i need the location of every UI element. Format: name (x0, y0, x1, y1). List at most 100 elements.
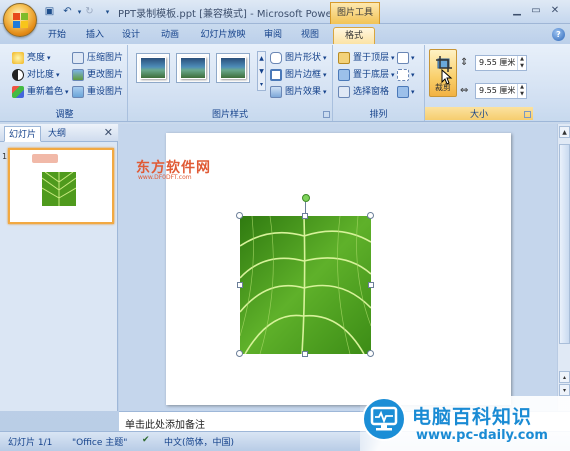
close-icon[interactable]: ✕ (546, 3, 564, 18)
help-icon[interactable]: ? (552, 28, 565, 41)
resize-handle-right[interactable] (368, 282, 374, 288)
slides-pane-tabs: 幻灯片 大纲 ✕ (0, 124, 118, 142)
reset-picture-label: 重设图片 (87, 87, 124, 97)
shape-height-value: 9.55 厘米 (479, 58, 516, 67)
width-icon: ⇔ (460, 85, 469, 96)
leaf-image (240, 216, 371, 354)
selection-pane-label: 选择窗格 (353, 87, 390, 97)
leaf-picture[interactable] (240, 216, 371, 354)
picture-shape-button[interactable]: 图片形状 ▾ (270, 50, 327, 66)
align-icon (397, 52, 409, 64)
window-title: PPT录制模板.ppt [兼容模式] - Microsoft PowerP... (118, 9, 350, 20)
picture-border-button[interactable]: 图片边框 ▾ (270, 67, 327, 83)
minimize-icon[interactable]: ▁ (508, 3, 526, 18)
resize-handle-top-left[interactable] (236, 212, 243, 219)
shape-width-value: 9.55 厘米 (479, 86, 516, 95)
thumbnail-watermark (32, 154, 58, 163)
group-size: 裁剪 ⇕ 9.55 厘米 ▲ ▼ ⇔ 9.55 厘米 ▲ ▼ 大小 (425, 45, 533, 121)
ribbon: 亮度 ▾ 对比度 ▾ 重新着色 ▾ 压缩图片 更改图片 重设图片 调整 ▲ ▼ ▾ (0, 44, 570, 122)
bring-to-front-button[interactable]: 置于顶层 ▾ (338, 50, 395, 66)
watermark-url: www.DF0DFT.com (138, 174, 192, 181)
resize-handle-bottom-right[interactable] (367, 350, 374, 357)
picture-shape-label: 图片形状 (285, 53, 322, 63)
contrast-button[interactable]: 对比度 ▾ (12, 67, 60, 83)
rotation-handle[interactable] (302, 194, 310, 202)
contrast-label: 对比度 (27, 70, 55, 80)
resize-handle-bottom[interactable] (302, 351, 308, 357)
tab-slides[interactable]: 幻灯片 (4, 126, 42, 142)
group-picture-styles-label: 图片样式 (211, 110, 248, 120)
theme-name: "Office 主题" (72, 438, 128, 448)
tab-slideshow[interactable]: 幻灯片放映 (196, 27, 250, 44)
slide-thumbnail[interactable] (8, 148, 114, 224)
send-to-back-button[interactable]: 置于底层 ▾ (338, 67, 395, 83)
powerpoint-window: ▣ ↶ ▾ ↻ ▾ PPT录制模板.ppt [兼容模式] - Microsoft… (0, 0, 570, 451)
spellcheck-icon[interactable]: ✔ (142, 435, 150, 445)
height-spinner[interactable]: ▲ ▼ (517, 56, 526, 70)
picture-style-1[interactable] (136, 53, 170, 83)
recolor-button[interactable]: 重新着色 ▾ (12, 84, 69, 100)
vertical-scrollbar[interactable]: ▲ ▴ ▾ (557, 124, 570, 411)
customize-qat-icon[interactable]: ▾ (100, 5, 115, 19)
contrast-icon (12, 69, 24, 81)
resize-handle-left[interactable] (237, 282, 243, 288)
group-picture-styles: ▲ ▼ ▾ 图片形状 ▾ 图片边框 ▾ 图片效果 ▾ 图片样式 (128, 45, 333, 121)
send-to-back-icon (338, 69, 350, 81)
shape-width-input[interactable]: 9.55 厘米 ▲ ▼ (475, 83, 527, 99)
previous-slide-button[interactable]: ▴ (559, 371, 570, 383)
reset-picture-button[interactable]: 重设图片 (72, 84, 123, 100)
next-slide-button[interactable]: ▾ (559, 384, 570, 396)
restore-icon[interactable]: ▭ (527, 3, 545, 18)
brightness-label: 亮度 (27, 53, 46, 63)
recolor-label: 重新着色 (27, 87, 64, 97)
size-dialog-launcher[interactable] (524, 111, 531, 118)
tab-view[interactable]: 视图 (294, 27, 326, 44)
office-button[interactable] (3, 3, 37, 37)
picture-effects-button[interactable]: 图片效果 ▾ (270, 84, 327, 100)
picture-style-3[interactable] (216, 53, 250, 83)
group-objects-button[interactable]: ▾ (397, 67, 415, 83)
resize-handle-top[interactable] (302, 213, 308, 219)
width-spinner[interactable]: ▲ ▼ (517, 84, 526, 98)
selection-pane-button[interactable]: 选择窗格 (338, 84, 389, 100)
rotate-button[interactable]: ▾ (397, 84, 415, 100)
tab-insert[interactable]: 插入 (80, 27, 110, 44)
bring-to-front-icon (338, 52, 350, 64)
tab-format[interactable]: 格式 (333, 27, 375, 44)
group-arrange: 置于顶层 ▾ 置于底层 ▾ 选择窗格 ▾ ▾ ▾ 排列 (333, 45, 425, 121)
rotate-icon (397, 86, 409, 98)
redo-icon[interactable]: ↻ (82, 5, 97, 19)
change-picture-icon (72, 69, 84, 81)
change-picture-button[interactable]: 更改图片 (72, 67, 123, 83)
shape-height-input[interactable]: 9.55 厘米 ▲ ▼ (475, 55, 527, 71)
align-button[interactable]: ▾ (397, 50, 415, 66)
tab-design[interactable]: 设计 (116, 27, 146, 44)
picture-shape-icon (270, 52, 282, 64)
tab-review[interactable]: 审阅 (258, 27, 288, 44)
brightness-icon (12, 52, 24, 64)
tab-outline[interactable]: 大纲 (44, 126, 70, 142)
group-objects-icon (397, 69, 409, 81)
scroll-up-arrow[interactable]: ▲ (559, 126, 570, 138)
save-icon[interactable]: ▣ (42, 5, 57, 19)
tab-home[interactable]: 开始 (40, 27, 74, 44)
brand-url: www.pc-daily.com (416, 428, 548, 443)
brightness-button[interactable]: 亮度 ▾ (12, 50, 51, 66)
ribbon-tabs: 开始 插入 设计 动画 幻灯片放映 审阅 视图 格式 ? (0, 24, 570, 44)
language-indicator[interactable]: 中文(简体，中国) (164, 435, 234, 448)
slide-indicator: 幻灯片 1/1 (8, 438, 53, 448)
title-bar: ▣ ↶ ▾ ↻ ▾ PPT录制模板.ppt [兼容模式] - Microsoft… (0, 0, 570, 24)
scroll-thumb[interactable] (559, 144, 570, 344)
resize-handle-bottom-left[interactable] (236, 350, 243, 357)
compress-pictures-button[interactable]: 压缩图片 (72, 50, 123, 66)
office-logo-icon (13, 13, 28, 28)
styles-gallery-scroll[interactable]: ▲ ▼ ▾ (257, 51, 266, 91)
picture-border-label: 图片边框 (285, 70, 322, 80)
picture-styles-dialog-launcher[interactable] (323, 111, 330, 118)
tab-animations[interactable]: 动画 (153, 27, 187, 44)
picture-tools-context-label: 图片工具 (330, 2, 380, 24)
slide-thumbnail-number: 1 (2, 152, 8, 161)
close-pane-icon[interactable]: ✕ (104, 126, 113, 139)
resize-handle-top-right[interactable] (367, 212, 374, 219)
picture-style-2[interactable] (176, 53, 210, 83)
